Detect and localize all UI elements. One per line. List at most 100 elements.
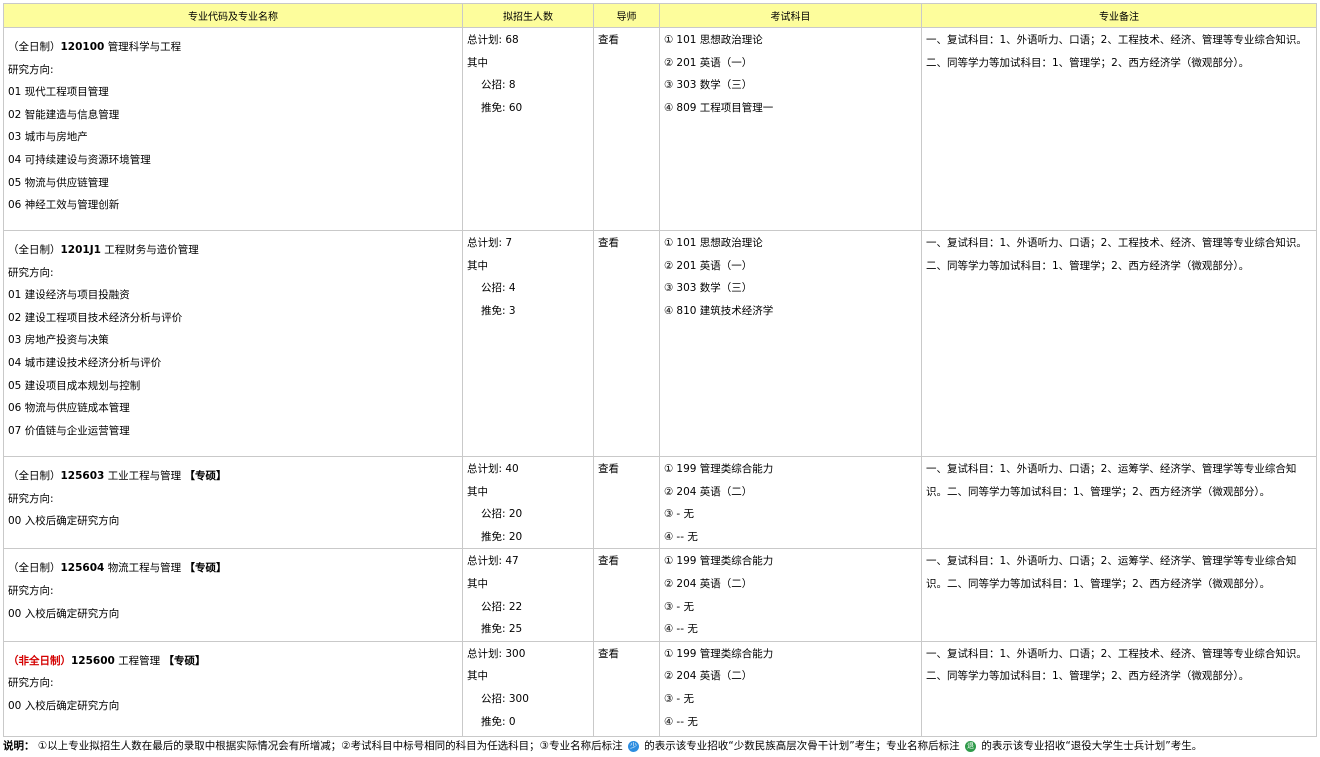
research-direction: 04 城市建设技术经济分析与评价 <box>8 356 162 369</box>
quota-line: 推免: 25 <box>481 623 523 636</box>
exam-subject: ③ 303 数学（三） <box>664 277 917 300</box>
quota-line: 总计划: 300 <box>467 647 526 660</box>
header-subjects: 考试科目 <box>659 3 922 28</box>
exam-subject: ④ -- 无 <box>664 526 917 549</box>
direction-label: 研究方向: <box>8 584 54 597</box>
study-mode: （全日制） <box>8 562 61 575</box>
research-direction: 00 入校后确定研究方向 <box>8 607 120 620</box>
quota-line: 公招: 22 <box>481 600 523 613</box>
subject-number: ④ <box>664 715 674 728</box>
exam-subject: ① 101 思想政治理论 <box>664 232 917 255</box>
subject-name: 101 思想政治理论 <box>676 34 763 46</box>
footnote: 说明： ①以上专业拟招生人数在最后的录取中根据实际情况会有所增减；②考试科目中标… <box>3 736 1317 756</box>
subject-name: 204 英语（二） <box>676 577 753 590</box>
view-tutor-link[interactable]: 查看 <box>598 232 655 255</box>
subject-name: 204 英语（二） <box>676 670 753 683</box>
header-major: 专业代码及专业名称 <box>3 3 463 28</box>
research-direction: 07 价值链与企业运营管理 <box>8 424 130 437</box>
tutor-cell: 查看 <box>593 455 660 550</box>
exam-subject: ② 201 英语（一） <box>664 255 917 278</box>
major-code: 125600 <box>71 654 115 667</box>
subject-number: ② <box>664 56 674 69</box>
quota-line: 其中 <box>467 56 488 69</box>
major-title: （全日制）125604 物流工程与管理 【专硕】 <box>8 557 458 580</box>
remark-cell: 一、复试科目：1、外语听力、口语；2、工程技术、经济、管理等专业综合知识。二、同… <box>921 27 1317 231</box>
table-row: （全日制）125604 物流工程与管理 【专硕】研究方向: 00 入校后确定研究方… <box>3 548 1317 642</box>
major-title: （全日制）120100 管理科学与工程 <box>8 36 458 59</box>
tutor-cell: 查看 <box>593 548 660 642</box>
degree-tag: 【专硕】 <box>163 654 206 667</box>
research-direction: 01 建设经济与项目投融资 <box>8 289 130 302</box>
subject-number: ② <box>664 485 674 498</box>
subject-number: ③ <box>664 79 674 92</box>
quota-line: 其中 <box>467 670 488 683</box>
table-row: （全日制）120100 管理科学与工程 研究方向: 01 现代工程项目管理 02 智能… <box>3 27 1317 231</box>
research-direction: 06 物流与供应链成本管理 <box>8 402 130 415</box>
tutor-cell: 查看 <box>593 230 660 457</box>
subject-name: 810 建筑技术经济学 <box>676 304 774 317</box>
exam-subject: ② 204 英语（二） <box>664 573 917 596</box>
research-direction: 01 现代工程项目管理 <box>8 86 109 99</box>
subject-number: ④ <box>664 101 674 114</box>
research-direction: 03 城市与房地产 <box>8 131 88 144</box>
exam-subject: ④ 809 工程项目管理一 <box>664 97 917 120</box>
subject-number: ④ <box>664 623 674 636</box>
quota-line: 总计划: 7 <box>467 237 513 249</box>
tutor-cell: 查看 <box>593 640 660 737</box>
exam-subject: ③ 303 数学（三） <box>664 74 917 97</box>
degree-tag: 【专硕】 <box>184 562 227 575</box>
research-direction: 02 建设工程项目技术经济分析与评价 <box>8 311 183 324</box>
exam-subject: ① 101 思想政治理论 <box>664 29 917 52</box>
header-tutor: 导师 <box>593 3 660 28</box>
subject-name: -- 无 <box>676 530 698 543</box>
footnote-text-3: 的表示该专业招收“退役大学生士兵计划”考生。 <box>981 740 1203 752</box>
subject-name: -- 无 <box>676 715 698 728</box>
major-cell: （全日制）120100 管理科学与工程 研究方向: 01 现代工程项目管理 02 智能… <box>3 27 463 231</box>
subject-name: 204 英语（二） <box>676 485 753 498</box>
view-tutor-link[interactable]: 查看 <box>598 458 655 481</box>
quota-cell: 总计划: 7 其中 公招: 4 推免: 3 <box>462 230 594 457</box>
subject-name: - 无 <box>676 600 695 613</box>
exam-subject: ② 201 英语（一） <box>664 52 917 75</box>
major-title: （全日制）125603 工业工程与管理 【专硕】 <box>8 465 458 488</box>
table-row: （全日制）125603 工业工程与管理 【专硕】 研究方向: 00 入校后确定研究方… <box>3 455 1317 550</box>
quota-cell: 总计划: 47 其中 公招: 22 推免: 25 <box>462 548 594 642</box>
subjects-cell: ① 101 思想政治理论 ② 201 英语（一） ③ 303 数学（三） ④ 809 工程项目… <box>659 27 922 231</box>
subject-number: ② <box>664 577 674 590</box>
subjects-cell: ① 199 管理类综合能力 ② 204 英语（二） ③ - 无 ④ -- 无 <box>659 548 922 642</box>
footnote-label: 说明： <box>3 740 35 752</box>
major-cell: （全日制）125603 工业工程与管理 【专硕】 研究方向: 00 入校后确定研究方… <box>3 455 463 550</box>
header-quota: 拟招生人数 <box>462 3 594 28</box>
quota-line: 公招: 4 <box>481 282 516 295</box>
exam-subject: ④ 810 建筑技术经济学 <box>664 300 917 323</box>
exam-subject: ④ -- 无 <box>664 711 917 734</box>
direction-label: 研究方向: <box>8 492 54 505</box>
quota-cell: 总计划: 68 其中 公招: 8 推免: 60 <box>462 27 594 231</box>
quota-line: 总计划: 47 <box>467 555 519 568</box>
subject-name: 199 管理类综合能力 <box>676 555 774 568</box>
subject-number: ③ <box>664 508 674 521</box>
subject-number: ① <box>664 647 674 660</box>
view-tutor-link[interactable]: 查看 <box>598 550 655 573</box>
research-direction: 04 可持续建设与资源环境管理 <box>8 153 151 166</box>
remark-cell: 一、复试科目：1、外语听力、口语；2、运筹学、经济学、管理学等专业综合知识。二、… <box>921 455 1317 550</box>
subject-name: - 无 <box>676 508 695 521</box>
table-header-row: 专业代码及专业名称 拟招生人数 导师 考试科目 专业备注 <box>3 3 1317 28</box>
major-cell: （全日制）1201J1 工程财务与造价管理 研究方向: 01 建设经济与项目投融资 0… <box>3 230 463 457</box>
major-remark: 一、复试科目：1、外语听力、口语；2、运筹学、经济学、管理学等专业综合知识。二、… <box>926 463 1297 498</box>
study-mode: （全日制） <box>8 41 61 53</box>
quota-line: 推免: 20 <box>481 530 523 543</box>
subject-number: ② <box>664 670 674 683</box>
subjects-cell: ① 199 管理类综合能力 ② 204 英语（二） ③ - 无 ④ -- 无 <box>659 640 922 737</box>
view-tutor-link[interactable]: 查看 <box>598 643 655 666</box>
exam-subject: ② 204 英语（二） <box>664 665 917 688</box>
quota-cell: 总计划: 40 其中 公招: 20 推免: 20 <box>462 455 594 550</box>
subject-number: ③ <box>664 282 674 295</box>
exam-subject: ② 204 英语（二） <box>664 481 917 504</box>
quota-line: 公招: 20 <box>481 508 523 521</box>
major-cell: （非全日制）125600 工程管理 【专硕】 研究方向: 00 入校后确定研究方向 <box>3 640 463 737</box>
view-tutor-link[interactable]: 查看 <box>598 29 655 52</box>
subject-number: ① <box>664 237 674 249</box>
minority-plan-icon: 少 <box>627 740 639 752</box>
subject-name: 199 管理类综合能力 <box>676 647 774 660</box>
